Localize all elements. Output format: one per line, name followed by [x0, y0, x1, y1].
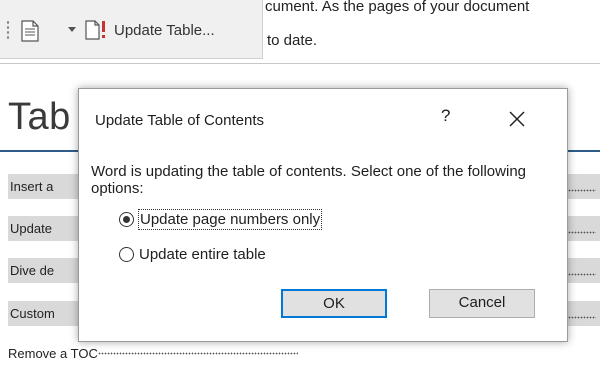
chevron-down-icon[interactable] [68, 27, 76, 32]
ok-button[interactable]: OK [281, 289, 387, 318]
toolbar-grip[interactable] [6, 20, 10, 40]
update-table-icon [85, 20, 105, 40]
update-table-label: Update Table... [114, 21, 215, 39]
radio-button[interactable] [119, 247, 134, 262]
quick-toolbar: Update Table... [0, 0, 263, 59]
toc-entry-remove[interactable]: Remove a TOC [8, 346, 298, 361]
cancel-button[interactable]: Cancel [429, 289, 535, 318]
close-button[interactable] [503, 105, 531, 133]
toc-entry-text: Update [10, 221, 52, 236]
toc-entry-text: Custom [10, 306, 55, 321]
toc-entry-text: Remove a TOC [8, 346, 98, 361]
update-toc-dialog: Update Table of Contents ? Word is updat… [78, 88, 568, 342]
dialog-message: Word is updating the table of contents. … [91, 163, 526, 197]
toc-entry-text: Dive de [10, 263, 55, 278]
close-icon [509, 111, 525, 127]
option-entire-table[interactable]: Update entire table [119, 245, 267, 264]
option-label: Update entire table [139, 246, 266, 263]
document-icon[interactable] [20, 20, 54, 42]
option-label: Update page numbers only [138, 209, 323, 230]
toc-leader-dots [97, 351, 298, 358]
radio-button-checked[interactable] [119, 212, 134, 227]
dialog-title: Update Table of Contents [95, 112, 265, 129]
document-text-line2: to date. [267, 32, 318, 49]
help-button[interactable]: ? [441, 106, 450, 126]
option-page-numbers[interactable]: Update page numbers only [119, 209, 323, 230]
toc-entry-text: Insert a [10, 179, 54, 194]
document-icon-svg [21, 20, 39, 42]
toc-heading: Tab [8, 96, 71, 138]
update-table-button[interactable]: Update Table... [84, 16, 215, 44]
document-text-line1: cument. As the pages of your document [265, 0, 530, 15]
divider [0, 63, 600, 64]
